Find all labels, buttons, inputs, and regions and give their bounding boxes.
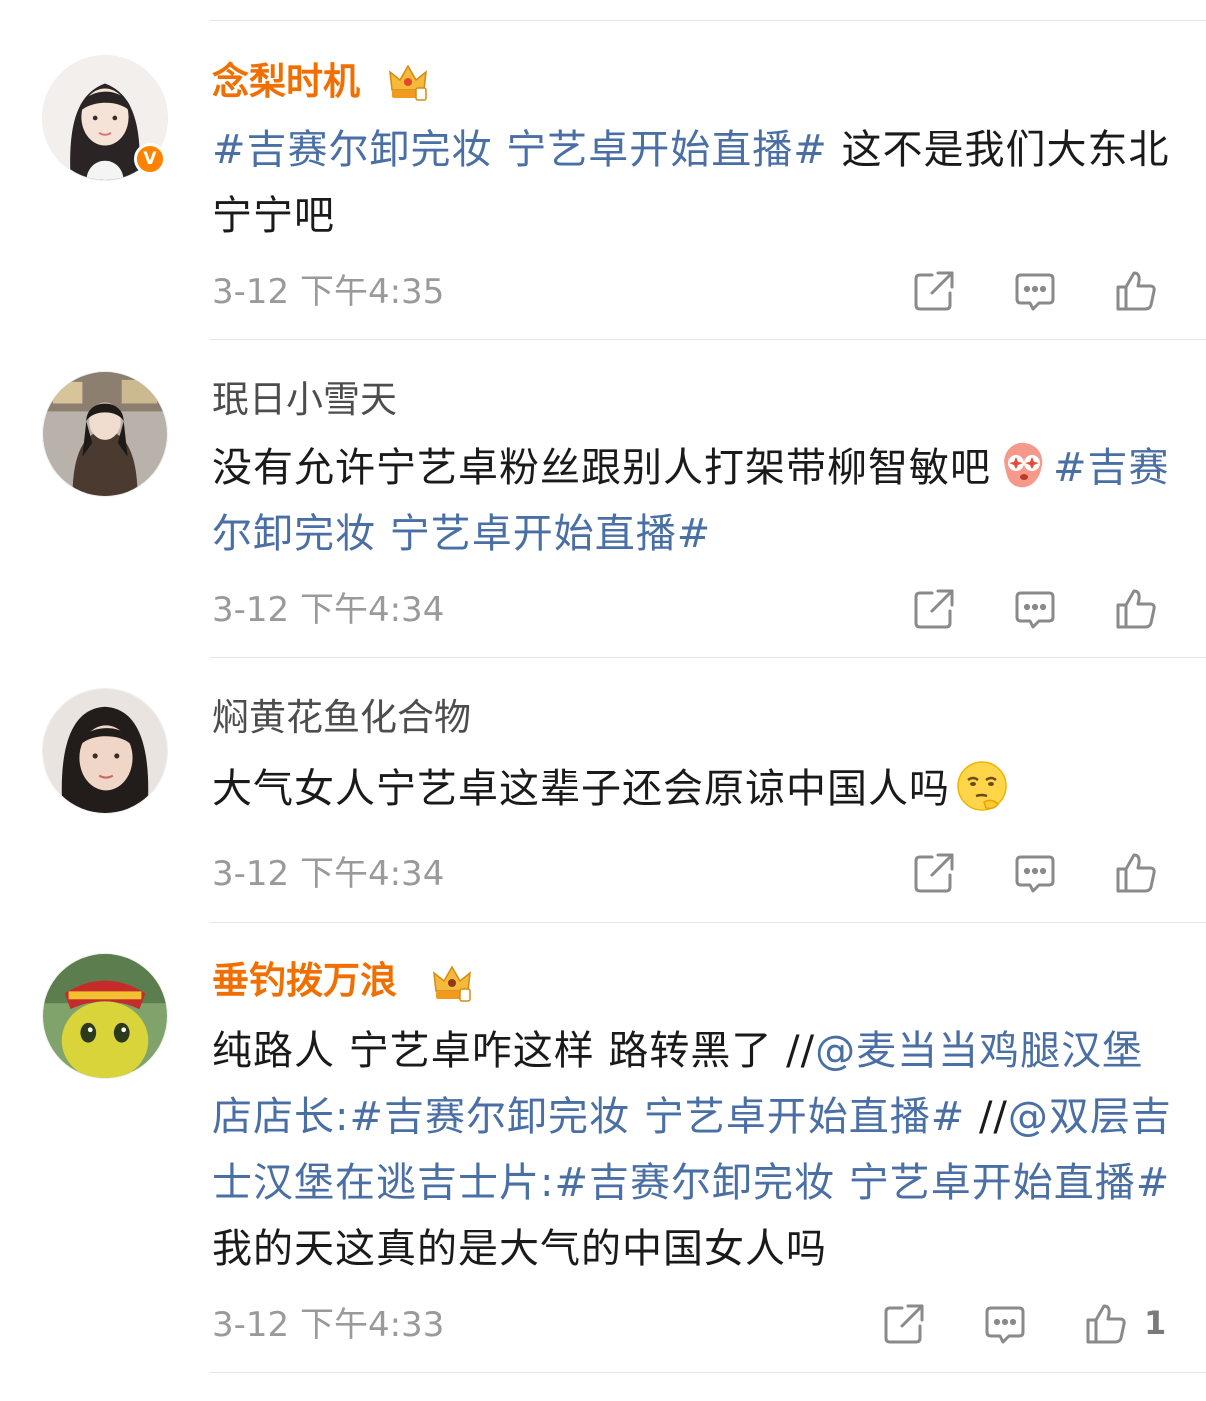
crown-vip-icon [386, 60, 430, 104]
comment-body: 纯路人 宁艺卓咋这样 路转黑了 [212, 1028, 787, 1074]
share-icon[interactable] [912, 269, 956, 313]
avatar[interactable] [42, 953, 168, 1079]
topic-link[interactable]: #吉赛尔卸完妆 宁艺卓开始直播# [349, 1094, 965, 1140]
comment-item: 焖黄花鱼化合物 大气女人宁艺卓这辈子还会原谅中国人吗 3-12 下午4:34 [0, 658, 1206, 923]
topic-link[interactable]: #吉赛尔卸完妆 宁艺卓开始直播# [554, 1160, 1170, 1206]
comment-item: 垂钓拨万浪 纯路人 宁艺卓咋这样 路转黑了 //@麦当当鸡腿汉堡店店长:#吉赛尔… [0, 923, 1206, 1373]
thumbs-up-icon[interactable] [1084, 1302, 1128, 1346]
timestamp: 3-12 下午4:35 [212, 272, 445, 312]
divider [210, 20, 1206, 21]
comment-text: 纯路人 宁艺卓咋这样 路转黑了 //@麦当当鸡腿汉堡店店长:#吉赛尔卸完妆 宁艺… [212, 1018, 1172, 1282]
username[interactable]: 念梨时机 [212, 60, 360, 104]
timestamp: 3-12 下午4:34 [212, 590, 445, 630]
timestamp: 3-12 下午4:33 [212, 1305, 445, 1345]
thumbs-up-icon[interactable] [1114, 851, 1158, 895]
colon: : [540, 1160, 555, 1206]
starry-eyed-emoji [1004, 442, 1043, 488]
comment-body: 大气女人宁艺卓这辈子还会原谅中国人吗 [212, 766, 950, 812]
crown-vip-icon [430, 961, 474, 1005]
comment-body: 没有允许宁艺卓粉丝跟别人打架带柳智敏吧 [212, 445, 991, 491]
share-icon[interactable] [882, 1302, 926, 1346]
thumbs-up-icon[interactable] [1114, 587, 1158, 631]
verified-badge-icon: V [134, 143, 166, 175]
comment-text: 大气女人宁艺卓这辈子还会原谅中国人吗 [212, 756, 1172, 822]
comment-icon[interactable] [1013, 587, 1057, 631]
colon: : [335, 1094, 350, 1140]
comment-item: V 念梨时机 #吉赛尔卸完妆 宁艺卓开始直播# 这不是我们大东北宁宁吧 3-12… [0, 22, 1206, 340]
comment-body: 我的天这真的是大气的中国女人吗 [212, 1226, 827, 1272]
share-icon[interactable] [912, 851, 956, 895]
username[interactable]: 珉日小雪天 [212, 378, 397, 422]
repost-separator: // [978, 1094, 1008, 1140]
repost-separator: // [786, 1028, 816, 1074]
thinking-face-emoji [957, 761, 1007, 811]
avatar[interactable] [42, 371, 168, 497]
comment-icon[interactable] [983, 1302, 1027, 1346]
comment-text: 没有允许宁艺卓粉丝跟别人打架带柳智敏吧 #吉赛尔卸完妆 宁艺卓开始直播# [212, 435, 1172, 567]
thumbs-up-icon[interactable] [1114, 269, 1158, 313]
divider [210, 1372, 1206, 1373]
comment-item: 珉日小雪天 没有允许宁艺卓粉丝跟别人打架带柳智敏吧 #吉赛尔卸完妆 宁艺卓开始直播… [0, 340, 1206, 658]
username[interactable]: 垂钓拨万浪 [212, 959, 397, 1003]
topic-link[interactable]: #吉赛尔卸完妆 宁艺卓开始直播# [212, 127, 828, 173]
comment-text: #吉赛尔卸完妆 宁艺卓开始直播# 这不是我们大东北宁宁吧 [212, 117, 1172, 249]
username[interactable]: 焖黄花鱼化合物 [212, 696, 471, 740]
comment-icon[interactable] [1013, 851, 1057, 895]
avatar[interactable] [42, 688, 168, 814]
timestamp: 3-12 下午4:34 [212, 854, 445, 894]
like-count: 1 [1144, 1304, 1167, 1342]
share-icon[interactable] [912, 587, 956, 631]
comment-feed: V 念梨时机 #吉赛尔卸完妆 宁艺卓开始直播# 这不是我们大东北宁宁吧 3-12… [0, 0, 1206, 1401]
comment-icon[interactable] [1013, 269, 1057, 313]
